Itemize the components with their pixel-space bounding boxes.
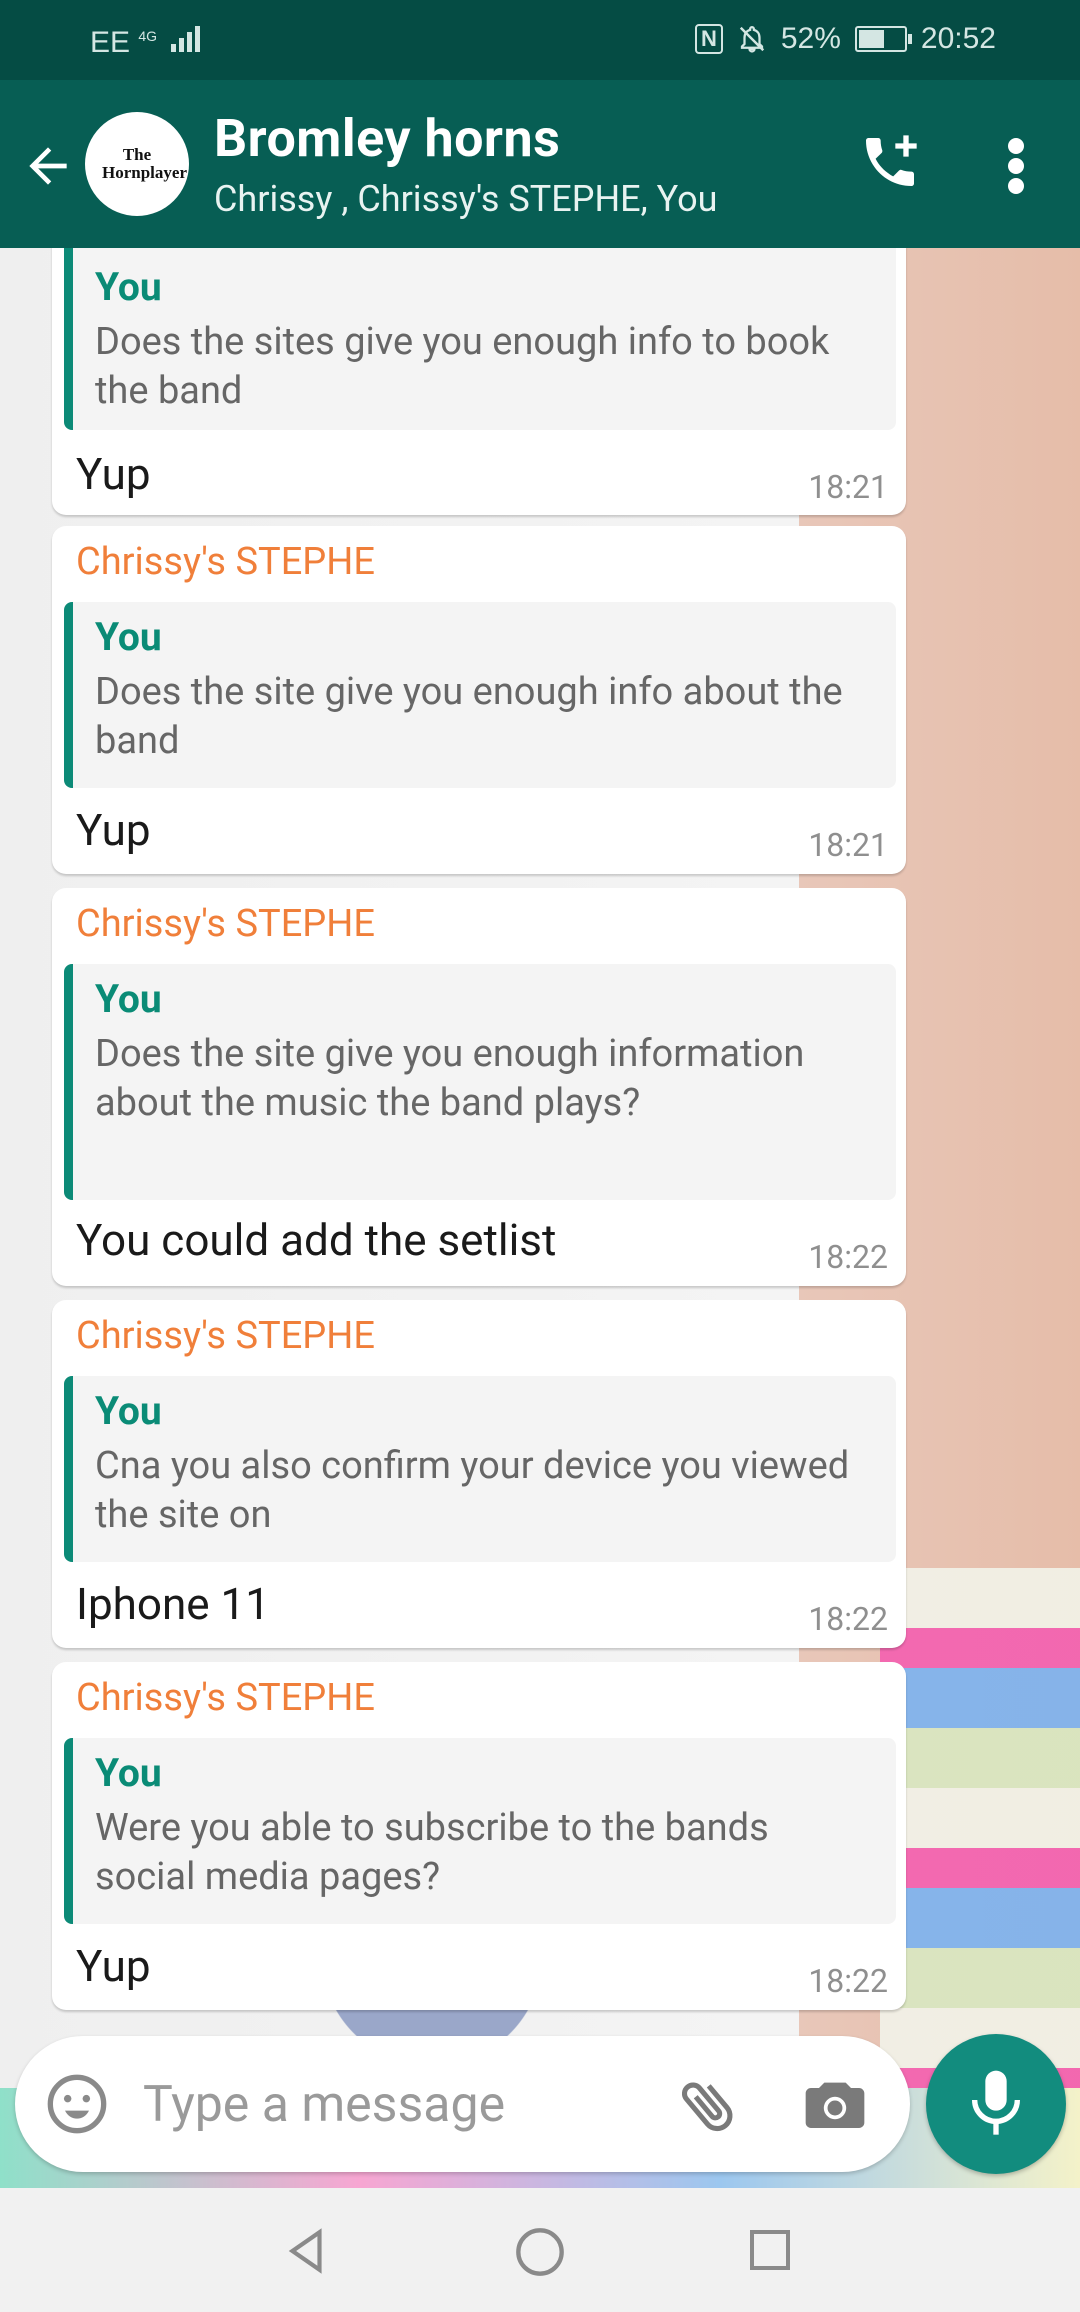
message-text: Yup bbox=[76, 804, 151, 856]
message-bubble[interactable]: Chrissy's STEPHE You Does the site give … bbox=[52, 888, 906, 1286]
quoted-sender: You bbox=[95, 976, 162, 1022]
quoted-sender: You bbox=[95, 1750, 162, 1796]
recents-nav-icon[interactable] bbox=[746, 2226, 794, 2274]
message-time: 18:22 bbox=[808, 1238, 888, 1276]
quoted-text: Cna you also confirm your device you vie… bbox=[95, 1444, 850, 1537]
message-text: Iphone 11 bbox=[76, 1578, 271, 1630]
quoted-text: Does the sites give you enough info to b… bbox=[95, 320, 830, 413]
message-composer[interactable]: Type a message bbox=[15, 2036, 910, 2172]
status-bar: EE 4G N 52% 20:52 bbox=[0, 0, 1080, 80]
arrow-left-icon[interactable] bbox=[20, 138, 76, 194]
home-nav-icon[interactable] bbox=[514, 2226, 566, 2278]
message-bubble[interactable]: Chrissy's STEPHE You Does the site give … bbox=[52, 526, 906, 874]
carrier: EE 4G bbox=[90, 22, 201, 60]
nfc-icon: N bbox=[694, 24, 723, 54]
avatar-text: The Hornplayer bbox=[102, 145, 187, 182]
message-time: 18:22 bbox=[808, 1600, 888, 1638]
message-sender[interactable]: Chrissy's STEPHE bbox=[76, 1314, 375, 1358]
quoted-sender: You bbox=[95, 614, 162, 660]
mute-notifications-icon bbox=[739, 25, 765, 53]
quoted-message[interactable]: You Were you able to subscribe to the ba… bbox=[64, 1738, 896, 1924]
quoted-sender: You bbox=[95, 1388, 162, 1434]
emoji-icon[interactable] bbox=[45, 2072, 109, 2136]
quoted-text: Were you able to subscribe to the bands … bbox=[95, 1806, 769, 1899]
quoted-message[interactable]: You Cna you also confirm your device you… bbox=[64, 1376, 896, 1562]
group-members[interactable]: Chrissy , Chrissy's STEPHE, You bbox=[214, 178, 717, 220]
paperclip-icon[interactable] bbox=[675, 2072, 743, 2140]
quoted-text: Does the site give you enough informatio… bbox=[95, 1032, 805, 1125]
quoted-message[interactable]: You Does the site give you enough inform… bbox=[64, 964, 896, 1200]
clock: 20:52 bbox=[920, 22, 996, 55]
message-bubble[interactable]: You Does the sites give you enough info … bbox=[52, 248, 906, 515]
camera-icon[interactable] bbox=[803, 2074, 867, 2134]
quoted-message[interactable]: You Does the sites give you enough info … bbox=[64, 248, 896, 430]
message-sender[interactable]: Chrissy's STEPHE bbox=[76, 1676, 375, 1720]
message-time: 18:21 bbox=[808, 826, 888, 864]
quoted-text: Does the site give you enough info about… bbox=[95, 670, 843, 763]
message-time: 18:21 bbox=[808, 468, 888, 506]
message-sender[interactable]: Chrissy's STEPHE bbox=[76, 902, 375, 946]
message-sender[interactable]: Chrissy's STEPHE bbox=[76, 540, 375, 584]
mic-icon bbox=[972, 2070, 1020, 2135]
message-text: Yup bbox=[76, 1940, 151, 1992]
message-text: You could add the setlist bbox=[76, 1214, 557, 1266]
carrier-label: EE bbox=[90, 26, 131, 59]
message-time: 18:22 bbox=[808, 1962, 888, 2000]
network-type: 4G bbox=[138, 28, 158, 44]
system-nav-bar bbox=[0, 2188, 1080, 2312]
quoted-sender: You bbox=[95, 264, 162, 310]
battery-icon bbox=[854, 26, 912, 52]
message-bubble[interactable]: Chrissy's STEPHE You Cna you also confir… bbox=[52, 1300, 906, 1648]
voice-message-button[interactable] bbox=[926, 2034, 1066, 2174]
message-text: Yup bbox=[76, 448, 151, 500]
add-call-icon[interactable] bbox=[858, 130, 922, 194]
message-bubble[interactable]: Chrissy's STEPHE You Were you able to su… bbox=[52, 1662, 906, 2010]
group-title[interactable]: Bromley horns bbox=[214, 108, 560, 169]
chat-area[interactable]: You Does the sites give you enough info … bbox=[0, 248, 1080, 2188]
group-avatar[interactable]: The Hornplayer bbox=[85, 112, 189, 216]
chat-header: The Hornplayer Bromley horns Chrissy , C… bbox=[0, 80, 1080, 248]
quoted-message[interactable]: You Does the site give you enough info a… bbox=[64, 602, 896, 788]
more-vert-icon[interactable] bbox=[996, 136, 1036, 196]
battery-percent: 52% bbox=[780, 22, 841, 55]
message-input[interactable]: Type a message bbox=[143, 2076, 505, 2134]
back-nav-icon[interactable] bbox=[282, 2226, 332, 2276]
signal-icon bbox=[171, 22, 201, 52]
